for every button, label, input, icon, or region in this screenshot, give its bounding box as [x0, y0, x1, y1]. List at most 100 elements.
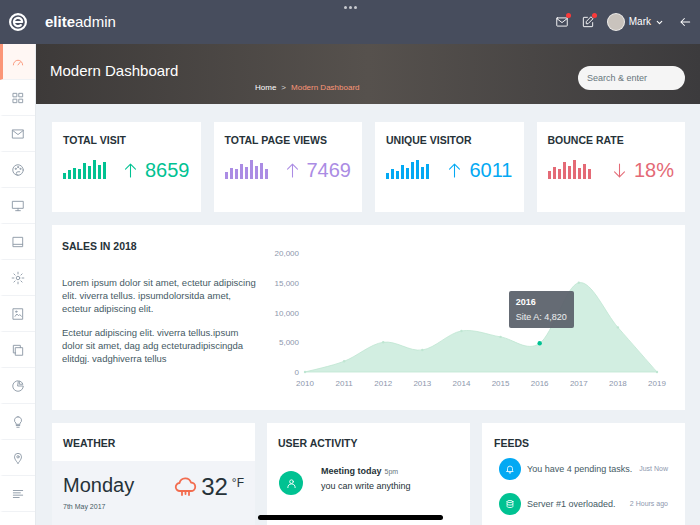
- card-title: FEEDS: [482, 423, 685, 451]
- user-menu[interactable]: Mark: [607, 13, 664, 31]
- mail-button[interactable]: [555, 15, 569, 29]
- x-label: 2018: [609, 379, 627, 388]
- mini-bar: [260, 163, 263, 179]
- data-point[interactable]: [382, 341, 384, 343]
- sales-paragraph: Lorem ipsum dolor sit amet, ectetur adip…: [62, 276, 259, 315]
- x-label: 2017: [570, 379, 588, 388]
- data-point[interactable]: [304, 371, 306, 373]
- activity-list: Meeting today5pmyou can write anything: [267, 451, 470, 495]
- menu-icon: [11, 91, 25, 105]
- activity-item[interactable]: Meeting today5pmyou can write anything: [279, 465, 458, 495]
- menu-icon: [11, 343, 25, 357]
- mini-bar: [406, 168, 409, 179]
- sidebar-item[interactable]: [0, 188, 35, 224]
- stat-card: TOTAL VISIT8659: [52, 122, 201, 212]
- stat-card: TOTAL PAGE VIEWS7469: [214, 122, 363, 212]
- sidebar-item[interactable]: [0, 440, 35, 476]
- sidebar-item[interactable]: [0, 116, 35, 152]
- sales-chart: 20,00015,00010,0005,00002010201120122013…: [265, 243, 670, 393]
- mini-bar: [416, 160, 419, 179]
- mini-bar: [588, 169, 591, 179]
- card-title: WEATHER: [52, 423, 255, 461]
- stats-row: TOTAL VISIT8659TOTAL PAGE VIEWS7469UNIQU…: [52, 122, 685, 212]
- data-point[interactable]: [617, 326, 619, 328]
- breadcrumb-item[interactable]: Home: [255, 82, 276, 94]
- x-label: 2015: [492, 379, 510, 388]
- user-name: Mark: [629, 15, 651, 29]
- stat-value: 6011: [469, 158, 512, 182]
- sidebar-item[interactable]: [0, 224, 35, 260]
- notes-button[interactable]: [581, 15, 595, 29]
- mini-bar: [573, 160, 576, 179]
- breadcrumb-separator: >: [281, 82, 286, 94]
- sidebar-item[interactable]: [0, 260, 35, 296]
- stat-figure: 18%: [611, 158, 674, 182]
- mini-bar: [553, 167, 556, 179]
- y-tick: 15,000: [275, 279, 300, 288]
- stat-value: 7469: [307, 158, 352, 182]
- mini-bar-chart: [63, 159, 106, 179]
- sidebar-item[interactable]: [0, 44, 35, 80]
- data-point[interactable]: [343, 360, 345, 362]
- data-point[interactable]: [578, 282, 580, 284]
- logo-text[interactable]: eliteadmin: [45, 12, 116, 32]
- feed-item[interactable]: You have 4 pending tasks.Just Now: [499, 458, 668, 480]
- mini-bar: [583, 164, 586, 179]
- logo-icon[interactable]: [8, 12, 28, 32]
- menu-icon: [11, 415, 25, 429]
- x-label: 2014: [453, 379, 471, 388]
- collapse-button[interactable]: [678, 15, 692, 29]
- y-tick: 10,000: [275, 309, 300, 318]
- activity-card: USER ACTIVITYMeeting today5pmyou can wri…: [267, 423, 470, 525]
- data-point[interactable]: [460, 330, 462, 332]
- search-input[interactable]: [578, 66, 685, 90]
- mini-bar: [83, 163, 86, 179]
- mini-bar: [63, 173, 66, 179]
- y-tick: 20,000: [275, 249, 300, 258]
- data-point[interactable]: [421, 349, 423, 351]
- sidebar-item[interactable]: [0, 404, 35, 440]
- menu-icon: [11, 271, 25, 285]
- search-box: [578, 44, 685, 90]
- arrow-up-icon: [122, 162, 139, 179]
- bell-icon: [505, 464, 515, 474]
- sidebar-item[interactable]: [0, 332, 35, 368]
- logo[interactable]: [0, 0, 36, 44]
- logo-light: admin: [75, 13, 116, 30]
- mini-bar: [245, 167, 248, 179]
- sidebar-item[interactable]: [0, 152, 35, 188]
- mini-bar: [558, 169, 561, 179]
- feed-text: Server #1 overloaded.: [527, 498, 616, 511]
- hover-point: [537, 341, 541, 345]
- menu-icon: [11, 127, 25, 141]
- feeds-card: FEEDS You have 4 pending tasks.Just Now Se…: [482, 423, 685, 525]
- data-point[interactable]: [656, 371, 658, 373]
- stat-title: BOUNCE RATE: [548, 133, 675, 148]
- x-label: 2013: [413, 379, 431, 388]
- mini-bar: [255, 166, 258, 179]
- menu-icon: [11, 451, 25, 465]
- feed-item[interactable]: Server #1 overloaded.2 Hours ago: [499, 493, 668, 515]
- sidebar-item[interactable]: [0, 476, 35, 512]
- activity-time: 5pm: [385, 467, 399, 477]
- menu-icon: [11, 379, 25, 393]
- stat-figure: 6011: [446, 158, 512, 182]
- multitask-dots[interactable]: [344, 6, 357, 9]
- mini-bar: [548, 171, 551, 179]
- data-point[interactable]: [499, 336, 501, 338]
- arrow-left-icon: [678, 15, 692, 29]
- mini-bar: [240, 164, 243, 179]
- sidebar-item[interactable]: [0, 368, 35, 404]
- mini-bar: [401, 165, 404, 179]
- mini-bar-chart: [386, 159, 429, 179]
- page-title: Modern Dashboard: [50, 44, 255, 81]
- data-point[interactable]: [538, 342, 540, 344]
- y-tick: 5,000: [279, 338, 300, 347]
- sidebar-item[interactable]: [0, 80, 35, 116]
- mini-bar: [426, 164, 429, 179]
- main: Modern DashboardHome>Modern DashboardTOT…: [36, 44, 700, 525]
- mini-bar: [235, 169, 238, 179]
- avatar-icon: [607, 13, 625, 31]
- sidebar-item[interactable]: [0, 296, 35, 332]
- stat-body: 18%: [548, 158, 675, 182]
